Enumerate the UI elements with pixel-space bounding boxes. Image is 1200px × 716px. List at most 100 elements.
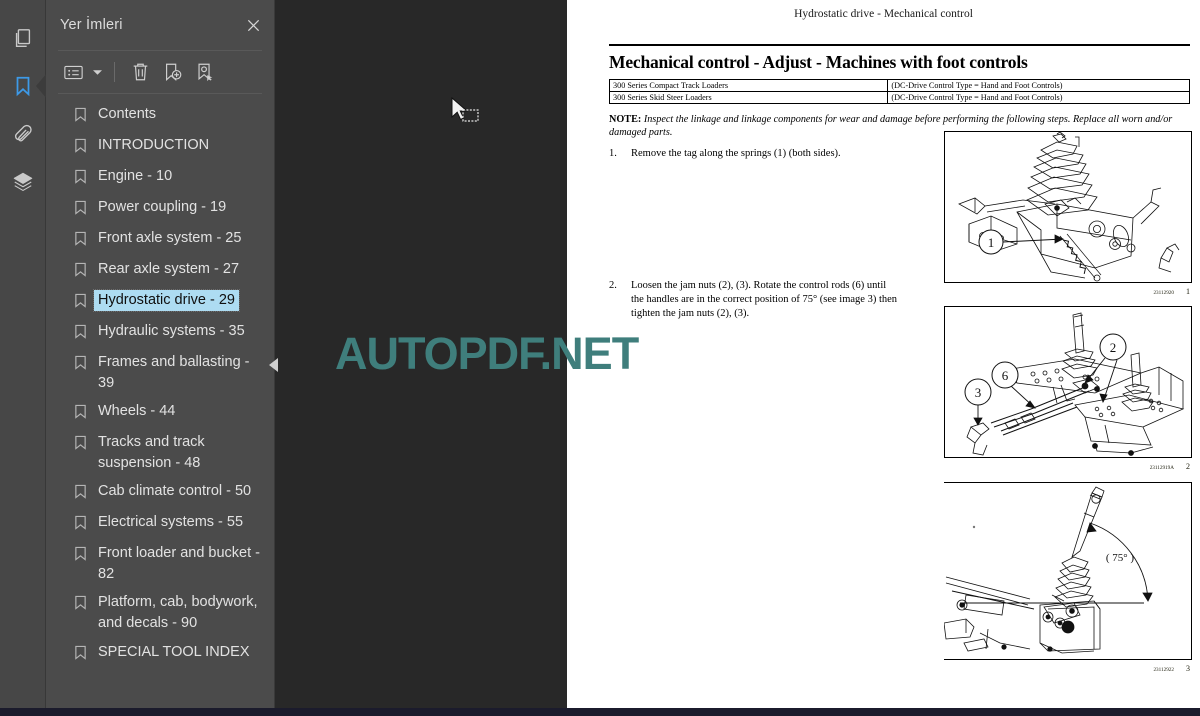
running-header: Hydrostatic drive - Mechanical control	[794, 8, 973, 20]
pdf-page: Hydrostatic drive - Mechanical control M…	[567, 0, 1200, 710]
bookmark-item[interactable]: Rear axle system - 27	[46, 255, 274, 286]
panel-title: Yer İmleri	[60, 17, 123, 33]
window-bottom-bar	[0, 708, 1200, 716]
bookmark-item[interactable]: Hydraulic systems - 35	[46, 317, 274, 348]
figure-2-number: 2	[1186, 462, 1190, 471]
bookmark-item[interactable]: SPECIAL TOOL INDEX	[46, 638, 274, 669]
viewer-background	[275, 0, 565, 716]
bookmark-item-label: Platform, cab, bodywork, and decals - 90	[98, 594, 258, 632]
bookmark-item[interactable]: Power coupling - 19	[46, 193, 274, 224]
list-options-icon[interactable]	[58, 58, 88, 86]
figure-2-callout-2: 2	[1099, 333, 1127, 361]
rail-item-pages[interactable]	[0, 14, 46, 62]
layers-icon	[12, 171, 34, 193]
bookmark-item[interactable]: Hydrostatic drive - 29	[46, 286, 274, 317]
bookmark-item[interactable]: Front axle system - 25	[46, 224, 274, 255]
bookmark-icon	[74, 543, 94, 566]
bookmark-icon	[74, 592, 94, 615]
bookmark-item-label: Rear axle system - 27	[98, 261, 240, 277]
note-prefix: NOTE:	[609, 113, 642, 125]
bookmark-item[interactable]: Cab climate control - 50	[46, 477, 274, 508]
bookmark-item[interactable]: Frames and ballasting - 39	[46, 348, 274, 397]
collapse-sidebar-handle[interactable]	[268, 352, 280, 378]
svg-text:3: 3	[975, 385, 982, 400]
bookmark-item-label: Electrical systems - 55	[98, 514, 244, 531]
bookmark-icon	[74, 481, 94, 504]
bookmark-item-label: Contents	[98, 106, 157, 122]
bookmark-icon	[74, 135, 94, 158]
figure-1-number: 1	[1186, 287, 1190, 296]
bookmarks-toolbar	[46, 51, 274, 93]
table-cell: 300 Series Compact Track Loaders	[608, 78, 889, 92]
pages-thumbnail-icon	[12, 27, 34, 49]
heading-rule	[609, 44, 1190, 46]
pdf-viewer-window: Yer İmleri Contents INTRODUCTION Engine …	[0, 0, 1200, 716]
paperclip-icon	[12, 123, 34, 145]
figure-1-caption: 23112920 1	[1153, 287, 1190, 296]
figure-1: 1	[944, 131, 1192, 283]
bookmark-item-label: Engine - 10	[98, 168, 173, 184]
figure-2-callout-3: 3	[964, 378, 992, 406]
figure-3-number: 3	[1186, 664, 1190, 673]
svg-text:1: 1	[988, 235, 995, 250]
rail-item-attachments[interactable]	[0, 110, 46, 158]
edit-bookmark-icon[interactable]	[189, 58, 219, 86]
bookmark-icon	[74, 259, 94, 282]
rail-item-layers[interactable]	[0, 158, 46, 206]
step-1: 1. Remove the tag along the springs (1) …	[609, 147, 899, 161]
bookmark-icon	[74, 228, 94, 251]
rail-item-bookmarks[interactable]	[0, 62, 46, 110]
bookmark-item[interactable]: Front loader and bucket - 82	[46, 539, 274, 588]
figure-3-id: 23112922	[1153, 667, 1174, 673]
bookmark-icon	[74, 321, 94, 344]
add-bookmark-icon[interactable]	[157, 58, 187, 86]
bookmark-item-label: Tracks and track suspension - 48	[98, 434, 205, 471]
figure-2-id: 23112919A	[1149, 465, 1174, 471]
bookmark-item-label: Wheels - 44	[98, 403, 176, 420]
bookmark-item[interactable]: Electrical systems - 55	[46, 508, 274, 539]
table-cell: 300 Series Skid Steer Loaders	[608, 90, 889, 104]
figure-2-caption: 23112919A 2	[1150, 462, 1190, 471]
bookmark-item-label: Front axle system - 25	[98, 230, 242, 246]
figure-3-angle-label: ( 75° )	[1106, 552, 1135, 564]
bookmark-item[interactable]: Platform, cab, bodywork, and decals - 90	[46, 588, 274, 637]
bookmark-icon	[74, 104, 94, 127]
step-1-text: Remove the tag along the springs (1) (bo…	[631, 148, 841, 160]
document-viewer[interactable]: Hydrostatic drive - Mechanical control M…	[275, 0, 1200, 716]
figure-3: ( 75° )	[944, 482, 1192, 660]
chevron-down-icon[interactable]	[90, 58, 104, 86]
bookmark-item[interactable]: Contents	[46, 100, 274, 131]
bookmark-item-label: Frames and ballasting - 39	[98, 354, 250, 391]
toolbar-divider	[114, 62, 115, 82]
svg-text:6: 6	[1002, 368, 1009, 383]
close-panel-button[interactable]	[240, 12, 266, 38]
bookmarks-panel-header: Yer İmleri	[46, 0, 274, 50]
figure-3-drawing: ( 75° )	[944, 486, 1153, 654]
bookmark-item[interactable]: Tracks and track suspension - 48	[46, 428, 274, 477]
bookmarks-panel: Yer İmleri Contents INTRODUCTION Engine …	[46, 0, 278, 716]
table-cell: (DC-Drive Control Type = Hand and Foot C…	[887, 90, 1190, 104]
step-1-number: 1.	[609, 148, 617, 160]
page-title: Mechanical control - Adjust - Machines w…	[609, 51, 1028, 72]
bookmark-item[interactable]: Wheels - 44	[46, 397, 274, 428]
figure-1-callout-1: 1	[978, 229, 1004, 255]
bookmark-item-label: INTRODUCTION	[98, 137, 210, 153]
bookmark-icon	[74, 432, 94, 455]
sidebar-icon-rail	[0, 0, 46, 716]
bookmark-icon	[74, 512, 94, 535]
svg-text:2: 2	[1110, 340, 1117, 355]
bookmark-icon	[74, 166, 94, 189]
bookmarks-list[interactable]: Contents INTRODUCTION Engine - 10 Power cou…	[46, 94, 274, 716]
bookmark-icon	[12, 75, 34, 97]
bookmark-item-label: Hydrostatic drive - 29	[93, 289, 240, 312]
figure-2-drawing: 2 6 3	[964, 312, 1185, 456]
figure-2-callout-6: 6	[991, 361, 1019, 389]
bookmark-item[interactable]: INTRODUCTION	[46, 131, 274, 162]
figure-1-id: 23112920	[1153, 290, 1174, 296]
figure-3-caption: 23112922 3	[1153, 664, 1190, 673]
trash-icon[interactable]	[125, 58, 155, 86]
step-2-text: Loosen the jam nuts (2), (3). Rotate the…	[631, 280, 898, 319]
step-2: 2. Loosen the jam nuts (2), (3). Rotate …	[609, 279, 899, 321]
bookmark-item[interactable]: Engine - 10	[46, 162, 274, 193]
applicability-table-body: 300 Series Compact Track Loaders (DC-Driv…	[608, 78, 1190, 104]
